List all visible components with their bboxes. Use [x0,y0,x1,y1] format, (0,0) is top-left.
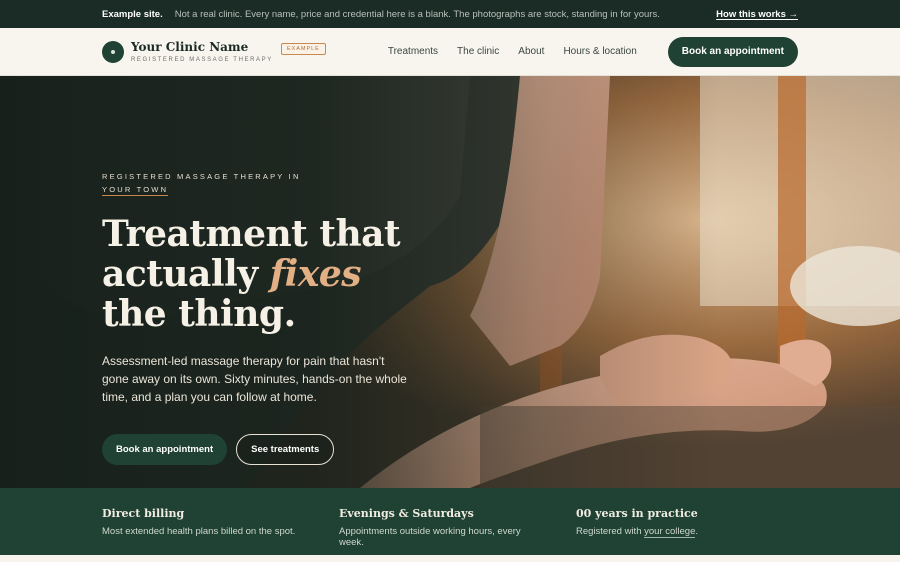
eyebrow-town: YOUR TOWN [102,185,169,196]
example-badge: EXAMPLE [280,42,326,55]
feature-text-after: . [695,526,698,537]
clinic-subtitle: REGISTERED MASSAGE THERAPY [131,57,273,63]
feature-years-in-practice: 00 years in practice Registered with you… [576,507,773,555]
college-link[interactable]: your college [644,526,696,538]
feature-text: Registered with your college. [576,526,773,538]
notice-bar: Example site. Not a real clinic. Every n… [0,0,900,28]
feature-evenings-saturdays: Evenings & Saturdays Appointments outsid… [339,507,536,555]
hero-section: REGISTERED MASSAGE THERAPY IN YOUR TOWN … [0,76,900,488]
feature-text: Appointments outside working hours, ever… [339,526,521,548]
feature-text: Most extended health plans billed on the… [102,526,296,537]
nav-the-clinic[interactable]: The clinic [457,46,499,57]
features-band: Direct billing Most extended health plan… [0,488,900,555]
hero-eyebrow: REGISTERED MASSAGE THERAPY IN YOUR TOWN [102,170,422,196]
feature-title: Direct billing [102,507,185,520]
headline-emphasis: fixes [269,253,362,295]
feature-title: Evenings & Saturdays [339,507,474,520]
site-header: Your Clinic Name REGISTERED MASSAGE THER… [0,28,900,76]
hero-headline: Treatment that actually fixes the thing. [102,214,402,334]
main-nav: Treatments The clinic About Hours & loca… [388,46,637,57]
nav-about[interactable]: About [518,46,544,57]
how-this-works-link[interactable]: How this works → [716,9,798,20]
nav-treatments[interactable]: Treatments [388,46,438,57]
see-treatments-button[interactable]: See treatments [236,434,335,465]
clinic-name: Your Clinic Name [131,40,249,54]
notice-tag: Example site. [102,8,163,20]
feature-direct-billing: Direct billing Most extended health plan… [102,507,299,555]
hero-buttons: Book an appointment See treatments [102,434,422,465]
brand[interactable]: Your Clinic Name REGISTERED MASSAGE THER… [131,40,273,63]
page-bottom-strip [0,555,900,562]
nav-hours-location[interactable]: Hours & location [563,46,636,57]
feature-title: 00 years in practice [576,507,698,520]
hero-content: REGISTERED MASSAGE THERAPY IN YOUR TOWN … [102,170,422,465]
book-appointment-button[interactable]: Book an appointment [667,36,798,67]
feature-text-before: Registered with [576,526,645,537]
hero-book-button[interactable]: Book an appointment [102,434,228,465]
notice-message: Not a real clinic. Every name, price and… [174,8,660,20]
clinic-logo-icon[interactable] [102,40,124,63]
eyebrow-text: REGISTERED MASSAGE THERAPY IN [102,172,301,181]
headline-part-2: the thing. [102,293,296,335]
hero-lede: Assessment-led massage therapy for pain … [102,354,407,404]
